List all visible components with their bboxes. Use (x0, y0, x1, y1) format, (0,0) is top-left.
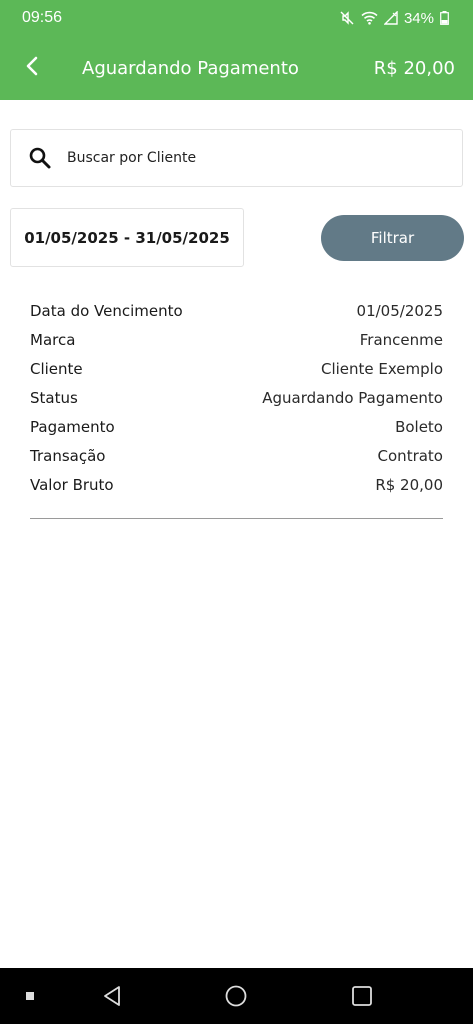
total-amount: R$ 20,00 (373, 57, 455, 79)
detail-label: Marca (30, 330, 76, 349)
search-icon (27, 145, 53, 171)
divider (30, 518, 443, 519)
back-arrow-icon (25, 56, 39, 80)
detail-label: Valor Bruto (30, 475, 114, 494)
status-bar: 09:56 34% (0, 0, 473, 36)
filter-button[interactable]: Filtrar (321, 215, 464, 261)
nav-home-icon[interactable] (216, 968, 256, 1024)
detail-row-client: Cliente Cliente Exemplo (30, 354, 443, 383)
detail-row-payment: Pagamento Boleto (30, 412, 443, 441)
detail-row-due-date: Data do Vencimento 01/05/2025 (30, 296, 443, 325)
wifi-icon (361, 11, 378, 25)
detail-value: Contrato (377, 446, 443, 465)
detail-label: Status (30, 388, 78, 407)
detail-row-transaction: Transação Contrato (30, 441, 443, 470)
battery-level: 34% (403, 9, 434, 27)
system-nav-bar (0, 968, 473, 1024)
payment-details: Data do Vencimento 01/05/2025 Marca Fran… (30, 296, 443, 499)
detail-value: Boleto (395, 417, 443, 436)
date-range-picker[interactable]: 01/05/2025 - 31/05/2025 (10, 208, 244, 267)
search-input[interactable] (67, 150, 427, 166)
nav-back-icon[interactable] (92, 968, 132, 1024)
nav-menu-dot (18, 968, 42, 1024)
detail-label: Pagamento (30, 417, 115, 436)
detail-label: Transação (30, 446, 106, 465)
detail-row-brand: Marca Francenme (30, 325, 443, 354)
detail-value: R$ 20,00 (375, 475, 443, 494)
app-bar: Aguardando Pagamento R$ 20,00 (0, 36, 473, 100)
back-button[interactable] (0, 36, 64, 100)
battery-icon (440, 11, 449, 25)
screen: 09:56 34% Aguardando Pagamento R$ 20,00 (0, 0, 473, 1024)
detail-row-status: Status Aguardando Pagamento (30, 383, 443, 412)
page-title: Aguardando Pagamento (82, 57, 299, 79)
search-box[interactable] (10, 129, 463, 187)
status-time: 09:56 (22, 9, 63, 26)
mute-icon (339, 10, 355, 26)
detail-row-gross-value: Valor Bruto R$ 20,00 (30, 470, 443, 499)
detail-label: Data do Vencimento (30, 301, 183, 320)
detail-value: 01/05/2025 (356, 301, 443, 320)
detail-value: Francenme (359, 330, 443, 349)
status-icons: 34% (339, 10, 449, 27)
detail-value: Aguardando Pagamento (262, 388, 443, 407)
nav-recents-icon[interactable] (342, 968, 382, 1024)
signal-icon (383, 11, 398, 25)
detail-value: Cliente Exemplo (320, 359, 443, 378)
detail-label: Cliente (30, 359, 83, 378)
